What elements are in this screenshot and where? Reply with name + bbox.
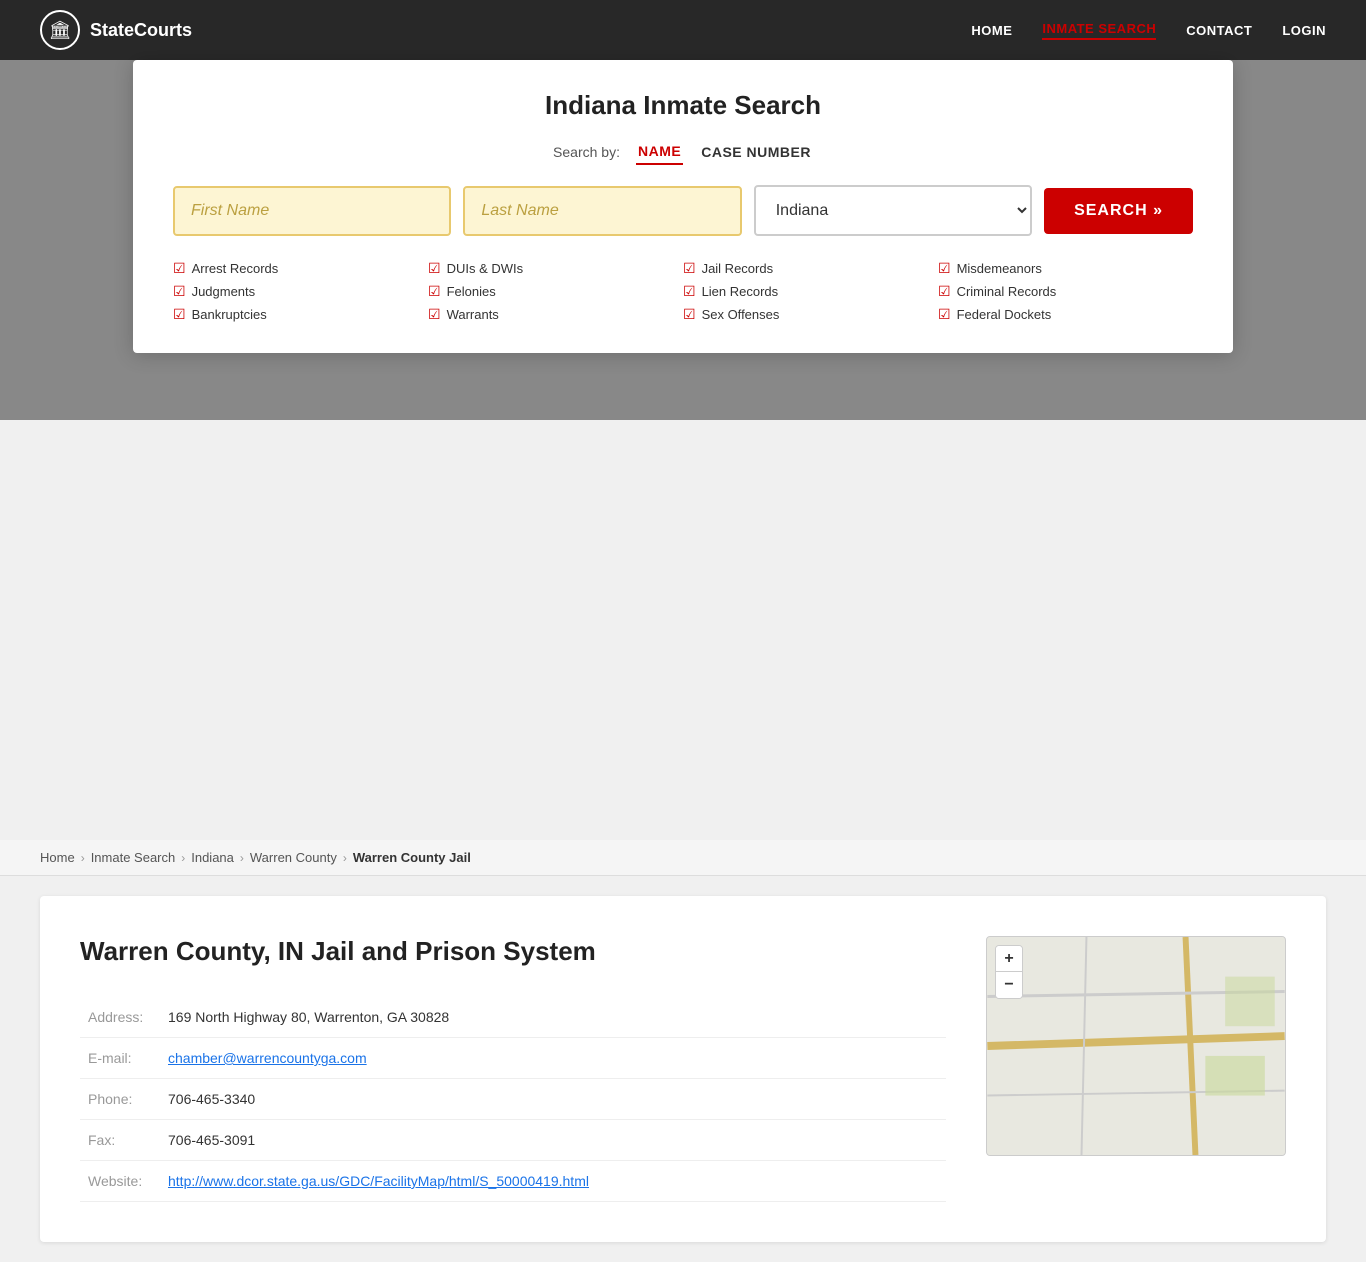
- map-container: + −: [986, 936, 1286, 1156]
- checkbox-icon: ☑: [938, 306, 951, 323]
- checkbox-label: Warrants: [447, 307, 499, 322]
- checkbox-icon: ☑: [173, 260, 186, 277]
- checkbox-label: Arrest Records: [192, 261, 279, 276]
- breadcrumb-link[interactable]: Warren County: [250, 850, 337, 865]
- content-right: + −: [986, 936, 1286, 1202]
- website-link[interactable]: http://www.dcor.state.ga.us/GDC/Facility…: [168, 1173, 589, 1189]
- checkbox-item: ☑ DUIs & DWIs: [428, 260, 683, 277]
- breadcrumb-separator: ›: [81, 851, 85, 865]
- breadcrumb-link[interactable]: Indiana: [191, 850, 234, 865]
- checkbox-label: DUIs & DWIs: [447, 261, 524, 276]
- table-row: E-mail: chamber@warrencountyga.com: [80, 1038, 946, 1079]
- checkbox-label: Bankruptcies: [192, 307, 267, 322]
- checkbox-label: Lien Records: [702, 284, 779, 299]
- checkbox-icon: ☑: [173, 306, 186, 323]
- checkbox-icon: ☑: [428, 260, 441, 277]
- checkboxes-grid: ☑ Arrest Records ☑ DUIs & DWIs ☑ Jail Records…: [173, 260, 1193, 323]
- map-zoom-out[interactable]: −: [996, 972, 1022, 998]
- site-header: 🏛 StateCourts HOME INMATE SEARCH CONTACT…: [0, 0, 1366, 60]
- checkbox-item: ☑ Federal Dockets: [938, 306, 1193, 323]
- breadcrumb-separator: ›: [240, 851, 244, 865]
- logo-text: StateCourts: [90, 20, 192, 41]
- checkbox-item: ☑ Lien Records: [683, 283, 938, 300]
- facility-info-table: Address: 169 North Highway 80, Warrenton…: [80, 997, 946, 1202]
- checkbox-item: ☑ Bankruptcies: [173, 306, 428, 323]
- checkbox-icon: ☑: [683, 260, 696, 277]
- nav-inmate-search[interactable]: INMATE SEARCH: [1042, 21, 1156, 40]
- phone-label: Phone:: [80, 1079, 160, 1120]
- content-left: Warren County, IN Jail and Prison System…: [80, 936, 946, 1202]
- search-by-row: Search by: NAME CASE NUMBER: [173, 139, 1193, 165]
- checkbox-label: Federal Dockets: [957, 307, 1052, 322]
- email-label: E-mail:: [80, 1038, 160, 1079]
- search-by-label: Search by:: [553, 144, 620, 160]
- checkbox-item: ☑ Misdemeanors: [938, 260, 1193, 277]
- breadcrumb-link[interactable]: Inmate Search: [91, 850, 176, 865]
- facility-title: Warren County, IN Jail and Prison System: [80, 936, 946, 967]
- breadcrumb-current: Warren County Jail: [353, 850, 471, 865]
- checkbox-item: ☑ Felonies: [428, 283, 683, 300]
- checkbox-item: ☑ Arrest Records: [173, 260, 428, 277]
- checkbox-label: Sex Offenses: [702, 307, 780, 322]
- checkbox-icon: ☑: [428, 306, 441, 323]
- checkbox-label: Felonies: [447, 284, 496, 299]
- email-value: chamber@warrencountyga.com: [160, 1038, 946, 1079]
- phone-value: 706-465-3340: [160, 1079, 946, 1120]
- checkbox-label: Judgments: [192, 284, 256, 299]
- fax-value: 706-465-3091: [160, 1120, 946, 1161]
- checkbox-item: ☑ Warrants: [428, 306, 683, 323]
- map-svg: [987, 937, 1285, 1155]
- first-name-input[interactable]: [173, 186, 451, 236]
- nav-login[interactable]: LOGIN: [1282, 23, 1326, 38]
- table-row: Fax: 706-465-3091: [80, 1120, 946, 1161]
- breadcrumb-link[interactable]: Home: [40, 850, 75, 865]
- breadcrumb-separator: ›: [343, 851, 347, 865]
- checkbox-icon: ☑: [683, 306, 696, 323]
- tab-case-number[interactable]: CASE NUMBER: [699, 140, 813, 164]
- checkbox-icon: ☑: [428, 283, 441, 300]
- map-controls: + −: [995, 945, 1023, 999]
- checkbox-icon: ☑: [938, 260, 951, 277]
- checkbox-icon: ☑: [683, 283, 696, 300]
- table-row: Address: 169 North Highway 80, Warrenton…: [80, 997, 946, 1038]
- table-row: Website: http://www.dcor.state.ga.us/GDC…: [80, 1161, 946, 1202]
- breadcrumb: Home › Inmate Search › Indiana › Warren County…: [0, 840, 1366, 876]
- main-content: Warren County, IN Jail and Prison System…: [40, 896, 1326, 1242]
- checkbox-icon: ☑: [938, 283, 951, 300]
- checkbox-label: Misdemeanors: [957, 261, 1042, 276]
- nav-home[interactable]: HOME: [971, 23, 1012, 38]
- map-zoom-in[interactable]: +: [996, 946, 1022, 972]
- checkbox-item: ☑ Sex Offenses: [683, 306, 938, 323]
- email-link[interactable]: chamber@warrencountyga.com: [168, 1050, 367, 1066]
- breadcrumb-separator: ›: [181, 851, 185, 865]
- checkbox-item: ☑ Jail Records: [683, 260, 938, 277]
- main-nav: HOME INMATE SEARCH CONTACT LOGIN: [971, 21, 1326, 40]
- checkbox-label: Jail Records: [702, 261, 774, 276]
- search-button[interactable]: SEARCH »: [1044, 188, 1193, 234]
- state-select[interactable]: AlabamaAlaskaArizonaArkansasCaliforniaCo…: [754, 185, 1032, 236]
- fax-label: Fax:: [80, 1120, 160, 1161]
- search-card: Indiana Inmate Search Search by: NAME CA…: [133, 60, 1233, 353]
- website-label: Website:: [80, 1161, 160, 1202]
- logo-icon: 🏛: [40, 10, 80, 50]
- checkbox-label: Criminal Records: [957, 284, 1057, 299]
- checkbox-item: ☑ Criminal Records: [938, 283, 1193, 300]
- search-inputs-row: AlabamaAlaskaArizonaArkansasCaliforniaCo…: [173, 185, 1193, 236]
- logo[interactable]: 🏛 StateCourts: [40, 10, 192, 50]
- last-name-input[interactable]: [463, 186, 741, 236]
- table-row: Phone: 706-465-3340: [80, 1079, 946, 1120]
- checkbox-icon: ☑: [173, 283, 186, 300]
- website-value: http://www.dcor.state.ga.us/GDC/Facility…: [160, 1161, 946, 1202]
- tab-name[interactable]: NAME: [636, 139, 683, 165]
- hero-background: COURTHOUSE Indiana Inmate Search Search …: [0, 0, 1366, 420]
- address-value: 169 North Highway 80, Warrenton, GA 3082…: [160, 997, 946, 1038]
- search-card-title: Indiana Inmate Search: [173, 90, 1193, 121]
- checkbox-item: ☑ Judgments: [173, 283, 428, 300]
- address-label: Address:: [80, 997, 160, 1038]
- nav-contact[interactable]: CONTACT: [1186, 23, 1252, 38]
